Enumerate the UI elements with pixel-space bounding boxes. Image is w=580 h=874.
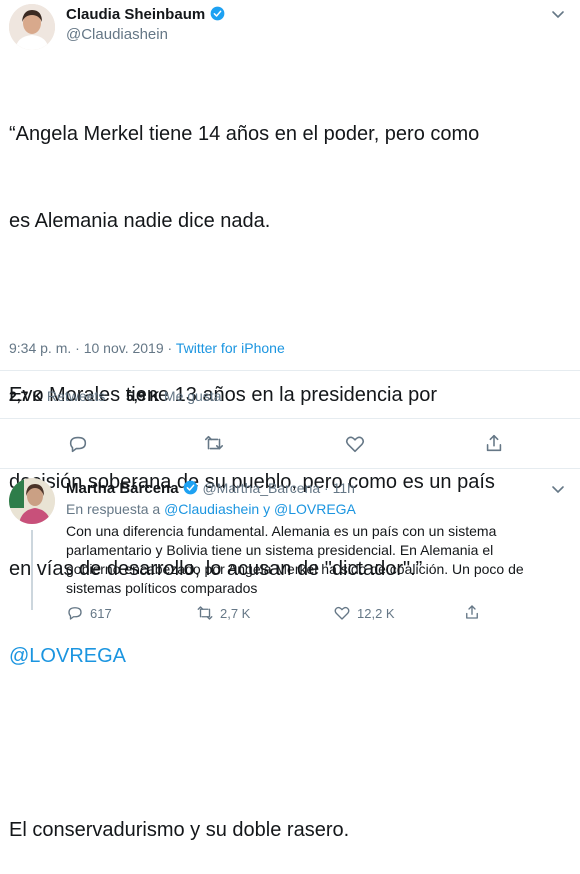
reply-author-handle[interactable]: @Martha_Barcena · 11h <box>202 480 354 496</box>
reply-chevron-down-icon[interactable] <box>550 481 566 497</box>
tweet-timestamp[interactable]: 9:34 p. m. · 10 nov. 2019 · <box>9 340 176 356</box>
retweet-stats[interactable]: 2,7 K Retweets <box>9 388 105 406</box>
like-icon <box>334 606 350 620</box>
reply-reply-button[interactable]: 617 <box>66 604 112 622</box>
reply-author-name[interactable]: Martha Bárcena <box>66 480 179 497</box>
share-icon[interactable] <box>483 432 505 454</box>
like-count: 12,2 K <box>357 605 395 621</box>
reply-text: Con una diferencia fundamental. Alemania… <box>66 522 524 598</box>
reply-count: 617 <box>90 605 112 621</box>
author-handle[interactable]: @Claudiashein <box>66 26 168 43</box>
retweets-label: Retweets <box>46 388 106 404</box>
thread-line <box>31 530 33 610</box>
reply-retweet-button[interactable]: 2,7 K <box>196 604 250 622</box>
likes-count: 5,9 K <box>126 388 160 404</box>
like-stats[interactable]: 5,9 K Me gusta <box>126 388 222 406</box>
reply-header: Martha Bárcena @Martha_Barcena · 11h <box>66 480 355 498</box>
in-reply-users-link[interactable]: @Claudiashein y @LOVREGA <box>164 501 356 517</box>
in-reply-prefix: En respuesta a <box>66 501 165 517</box>
tweet-source-link[interactable]: Twitter for iPhone <box>176 340 285 356</box>
verified-badge-icon <box>210 6 225 21</box>
reply-line: sistemas políticos comparados <box>66 580 258 596</box>
mention-link[interactable]: @LOVREGA <box>9 642 495 671</box>
like-icon[interactable] <box>344 433 366 455</box>
reply-icon[interactable] <box>67 433 89 455</box>
avatar-portrait <box>9 4 55 50</box>
chevron-down-icon[interactable] <box>550 6 566 22</box>
divider <box>0 468 580 469</box>
retweet-icon[interactable] <box>203 433 225 455</box>
avatar-portrait <box>9 478 55 524</box>
reply-like-button[interactable]: 12,2 K <box>333 604 395 622</box>
author-name[interactable]: Claudia Sheinbaum <box>66 6 205 23</box>
in-reply-to: En respuesta a @Claudiashein y @LOVREGA <box>66 501 356 517</box>
verified-badge-icon <box>183 480 198 495</box>
reply-line: Con una diferencia fundamental. Alemania… <box>66 523 497 539</box>
retweets-count: 2,7 K <box>9 388 43 404</box>
reply-icon <box>68 607 82 620</box>
tweet-meta: 9:34 p. m. · 10 nov. 2019 · Twitter for … <box>9 340 285 356</box>
author-avatar[interactable] <box>9 4 55 50</box>
tweet-line: es Alemania nadie dice nada. <box>9 210 271 232</box>
reply-share-icon[interactable] <box>463 603 481 621</box>
retweet-count: 2,7 K <box>220 605 251 621</box>
likes-label: Me gusta <box>163 388 222 404</box>
divider <box>0 418 580 419</box>
tweet-line: El conservadurismo y su doble rasero. <box>9 819 350 841</box>
reply-line: gobierno encabezado por Angela Merkel ha… <box>66 561 524 577</box>
reply-line: parlamentario y Bolivia tiene un sistema… <box>66 542 494 558</box>
divider <box>0 370 580 371</box>
reply-author-avatar[interactable] <box>9 478 55 524</box>
tweet-line: “Angela Merkel tiene 14 años en el poder… <box>9 123 480 145</box>
retweet-icon <box>197 606 213 620</box>
